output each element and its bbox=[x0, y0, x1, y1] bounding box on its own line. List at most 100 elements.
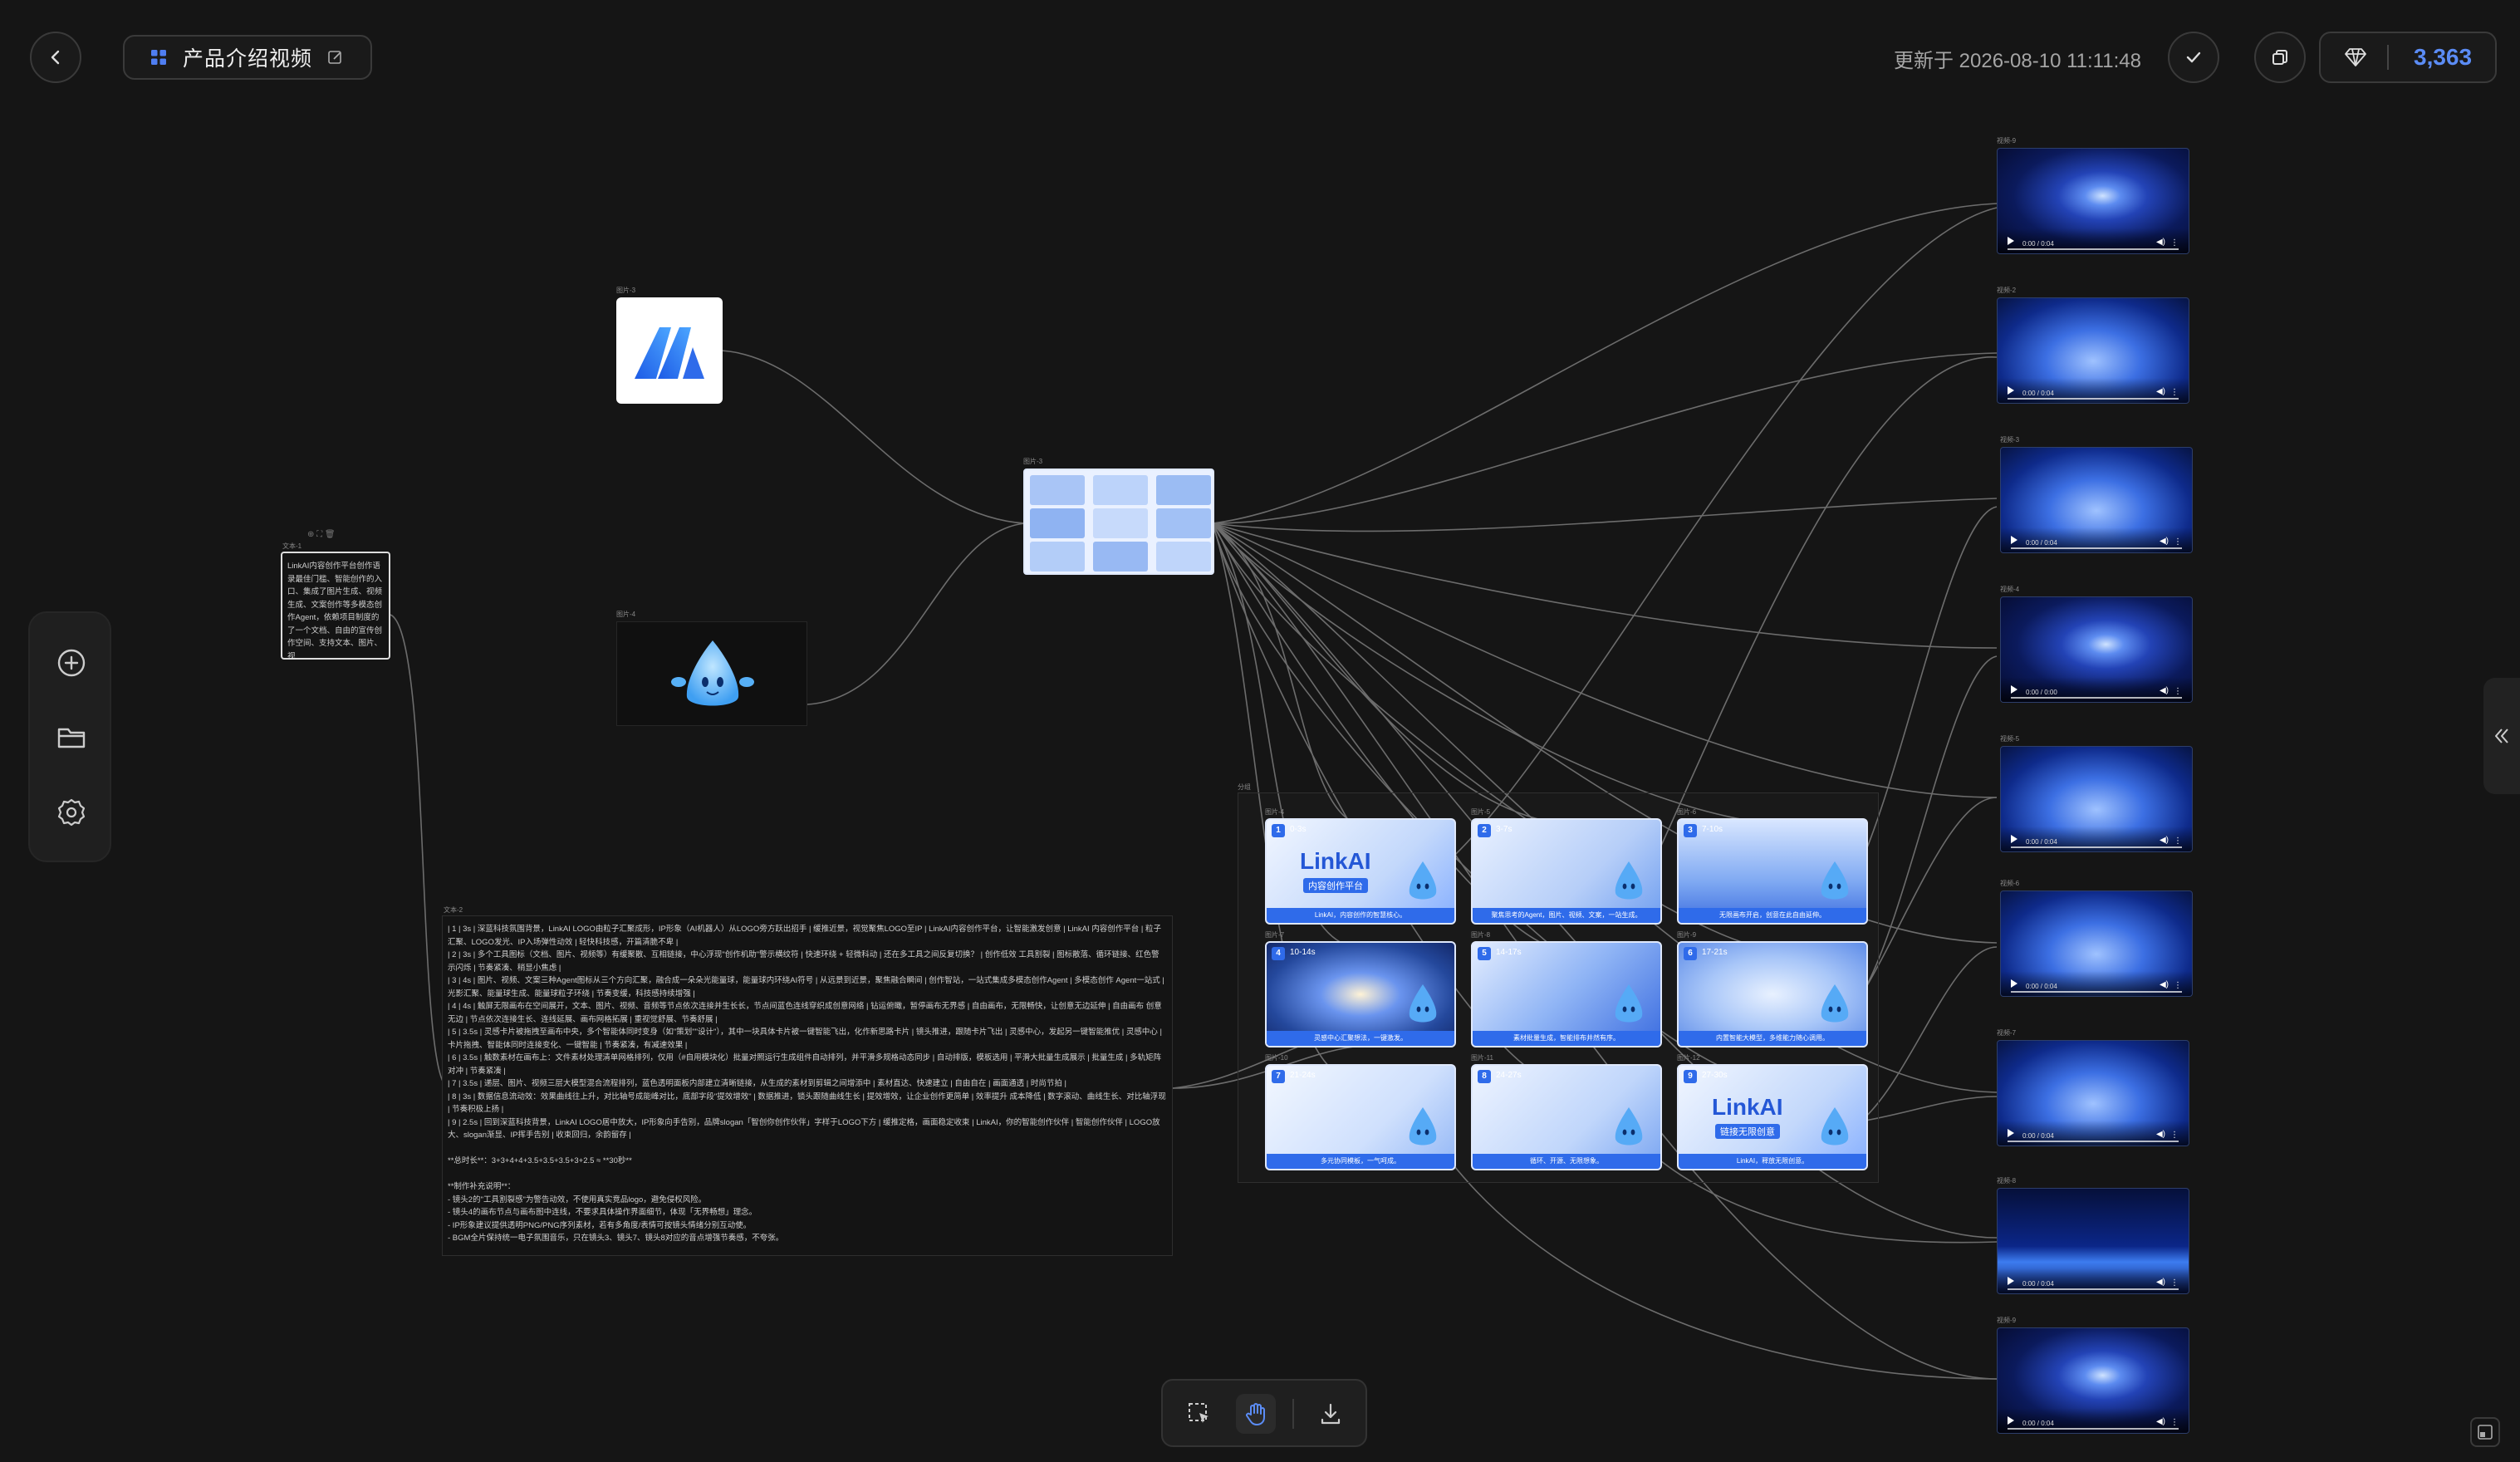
script-line: | 5 | 3.5s | 灵感卡片被拖拽至画布中央，多个智能体同时变身（如"策划… bbox=[448, 1028, 1162, 1050]
mascot-icon bbox=[1615, 1107, 1643, 1146]
more-options-icon[interactable]: ⋮ bbox=[2174, 687, 2182, 696]
video-progress-bar[interactable] bbox=[2008, 1141, 2179, 1142]
volume-icon[interactable]: ◀) bbox=[2160, 686, 2169, 695]
node-label-text-2: 文本-2 bbox=[444, 906, 463, 914]
storyboard-slide[interactable]: 3 7-10s 无限画布开启，创意在此自由延伸。 bbox=[1677, 818, 1868, 925]
more-options-icon[interactable]: ⋮ bbox=[2170, 1131, 2179, 1140]
video-progress-bar[interactable] bbox=[2011, 991, 2182, 993]
hand-tool-button[interactable] bbox=[1236, 1394, 1276, 1434]
folder-button[interactable] bbox=[53, 719, 90, 756]
volume-icon[interactable]: ◀) bbox=[2160, 980, 2169, 989]
video-node[interactable]: 0:00 / 0:04 ◀) ⋮ bbox=[1997, 1040, 2189, 1146]
video-progress-bar[interactable] bbox=[2011, 846, 2182, 848]
slide-caption: LinkAI，内容创作的智慧核心。 bbox=[1267, 908, 1454, 923]
minimap-button[interactable] bbox=[2470, 1417, 2500, 1447]
more-options-icon[interactable]: ⋮ bbox=[2174, 836, 2182, 846]
play-icon[interactable] bbox=[2011, 536, 2017, 544]
slide-label: 图片-11 bbox=[1471, 1054, 1493, 1062]
video-progress-bar[interactable] bbox=[2008, 1288, 2179, 1290]
slide-title: LinkAI bbox=[1712, 1094, 1783, 1120]
text-node-1[interactable]: LinkAI内容创作平台创作语录最佳门槛、智能创作的入口、集成了图片生成、视频生… bbox=[281, 552, 390, 660]
settings-button[interactable] bbox=[53, 794, 90, 831]
slide-number: 5 bbox=[1478, 947, 1491, 960]
video-node[interactable]: 0:00 / 0:04 ◀) ⋮ bbox=[2000, 447, 2193, 553]
play-icon[interactable] bbox=[2011, 835, 2017, 843]
video-time: 0:00 / 0:04 bbox=[2022, 1420, 2054, 1427]
play-icon[interactable] bbox=[2008, 1129, 2014, 1137]
mascot-image-node[interactable] bbox=[616, 621, 807, 726]
storyboard-image-node[interactable] bbox=[1023, 469, 1214, 575]
slide-number: 3 bbox=[1684, 824, 1697, 837]
folder-icon bbox=[57, 728, 86, 748]
volume-icon[interactable]: ◀) bbox=[2156, 238, 2165, 247]
select-tool-button[interactable] bbox=[1181, 1396, 1218, 1432]
play-icon[interactable] bbox=[2011, 979, 2017, 988]
add-node-button[interactable] bbox=[53, 645, 90, 681]
slide-number: 9 bbox=[1684, 1070, 1697, 1083]
script-text-node[interactable]: | 1 | 3s | 深蓝科技氛围背景，LinkAI LOGO由粒子汇聚成形，I… bbox=[442, 915, 1173, 1256]
storyboard-slide[interactable]: 4 10-14s 灵感中心汇聚想法，一键激发。 bbox=[1265, 941, 1456, 1047]
volume-icon[interactable]: ◀) bbox=[2156, 1130, 2165, 1139]
video-node[interactable]: 0:00 / 0:04 ◀) ⋮ bbox=[1997, 148, 2189, 254]
video-progress-bar[interactable] bbox=[2008, 398, 2179, 400]
project-title-pill[interactable]: 产品介绍视频 bbox=[123, 35, 372, 80]
storyboard-slide[interactable]: 6 17-21s 内置智能大模型，多维能力随心调用。 bbox=[1677, 941, 1868, 1047]
video-progress-bar[interactable] bbox=[2008, 1428, 2179, 1430]
video-node[interactable]: 0:00 / 0:04 ◀) ⋮ bbox=[1997, 1188, 2189, 1294]
storyboard-slide[interactable]: 2 3-7s 聚焦思考的Agent，图片、视频、文案，一站生成。 bbox=[1471, 818, 1662, 925]
volume-icon[interactable]: ◀) bbox=[2156, 1417, 2165, 1426]
volume-icon[interactable]: ◀) bbox=[2160, 537, 2169, 546]
node-mini-toolbar[interactable]: ⊕ ⛶ 🗑 bbox=[307, 530, 336, 539]
play-icon[interactable] bbox=[2011, 685, 2017, 694]
script-line: - IP形象建议提供透明PNG/PNG序列素材，若有多角度/表情可按镜头情绪分别… bbox=[448, 1220, 752, 1230]
script-line: | 7 | 3.5s | 递层、图片、视频三层大模型混合流程排列，蓝色透明面板内… bbox=[448, 1079, 1066, 1088]
mascot-icon bbox=[1821, 984, 1849, 1023]
volume-icon[interactable]: ◀) bbox=[2156, 387, 2165, 396]
video-progress-bar[interactable] bbox=[2011, 547, 2182, 549]
video-node[interactable]: 0:00 / 0:04 ◀) ⋮ bbox=[1997, 1327, 2189, 1434]
slide-label: 图片-8 bbox=[1471, 931, 1491, 939]
collapse-panel-button[interactable] bbox=[2483, 678, 2520, 794]
save-check-button[interactable] bbox=[2168, 32, 2219, 83]
storyboard-slide[interactable]: 1 0-3s LinkAI 内容创作平台 LinkAI，内容创作的智慧核心。 bbox=[1265, 818, 1456, 925]
script-line bbox=[448, 1168, 1167, 1181]
video-node[interactable]: 0:00 / 0:04 ◀) ⋮ bbox=[2000, 746, 2193, 852]
mascot-icon bbox=[1409, 1107, 1437, 1146]
video-node[interactable]: 0:00 / 0:04 ◀) ⋮ bbox=[2000, 890, 2193, 997]
play-icon[interactable] bbox=[2008, 1277, 2014, 1285]
back-button[interactable] bbox=[30, 32, 81, 83]
logo-image-node[interactable] bbox=[616, 297, 723, 404]
storyboard-slide[interactable]: 8 24-27s 循环、开源、无限想象。 bbox=[1471, 1064, 1662, 1170]
video-progress-bar[interactable] bbox=[2011, 697, 2182, 699]
more-options-icon[interactable]: ⋮ bbox=[2170, 1418, 2179, 1427]
storyboard-slide[interactable]: 5 14-17s 素材批量生成，智能排布井然有序。 bbox=[1471, 941, 1662, 1047]
play-icon[interactable] bbox=[2008, 386, 2014, 395]
credits-pill[interactable]: 3,363 bbox=[2319, 32, 2497, 83]
plus-circle-icon bbox=[57, 649, 86, 677]
edit-icon[interactable] bbox=[327, 49, 344, 66]
copy-button[interactable] bbox=[2254, 32, 2306, 83]
more-options-icon[interactable]: ⋮ bbox=[2170, 238, 2179, 248]
more-options-icon[interactable]: ⋮ bbox=[2170, 388, 2179, 397]
volume-icon[interactable]: ◀) bbox=[2156, 1278, 2165, 1287]
slides-group[interactable]: 图片-4 1 0-3s LinkAI 内容创作平台 LinkAI，内容创作的智慧核心。 图片… bbox=[1238, 792, 1879, 1183]
slide-time: 0-3s bbox=[1290, 825, 1307, 834]
volume-icon[interactable]: ◀) bbox=[2160, 836, 2169, 845]
more-options-icon[interactable]: ⋮ bbox=[2174, 981, 2182, 990]
storyboard-slide[interactable]: 9 27-30s LinkAI 链接无限创意 LinkAI，释放无限创意。 bbox=[1677, 1064, 1868, 1170]
video-node[interactable]: 0:00 / 0:00 ◀) ⋮ bbox=[2000, 596, 2193, 703]
play-icon[interactable] bbox=[2008, 1416, 2014, 1425]
download-button[interactable] bbox=[1312, 1396, 1349, 1432]
slide-time: 24-27s bbox=[1496, 1071, 1522, 1080]
more-options-icon[interactable]: ⋮ bbox=[2174, 537, 2182, 547]
more-options-icon[interactable]: ⋮ bbox=[2170, 1278, 2179, 1288]
slide-subtitle: 内容创作平台 bbox=[1303, 878, 1368, 893]
script-line bbox=[448, 1142, 1167, 1155]
video-node[interactable]: 0:00 / 0:04 ◀) ⋮ bbox=[1997, 297, 2189, 404]
left-toolbar bbox=[28, 611, 111, 862]
hand-icon bbox=[1246, 1403, 1265, 1425]
script-line: | 6 | 3.5s | 触数素材在画布上：文件素材处理清单网格排列，仅用（#自… bbox=[448, 1053, 1162, 1076]
storyboard-slide[interactable]: 7 21-24s 多元协同模板，一气呵成。 bbox=[1265, 1064, 1456, 1170]
video-progress-bar[interactable] bbox=[2008, 248, 2179, 250]
play-icon[interactable] bbox=[2008, 237, 2014, 245]
